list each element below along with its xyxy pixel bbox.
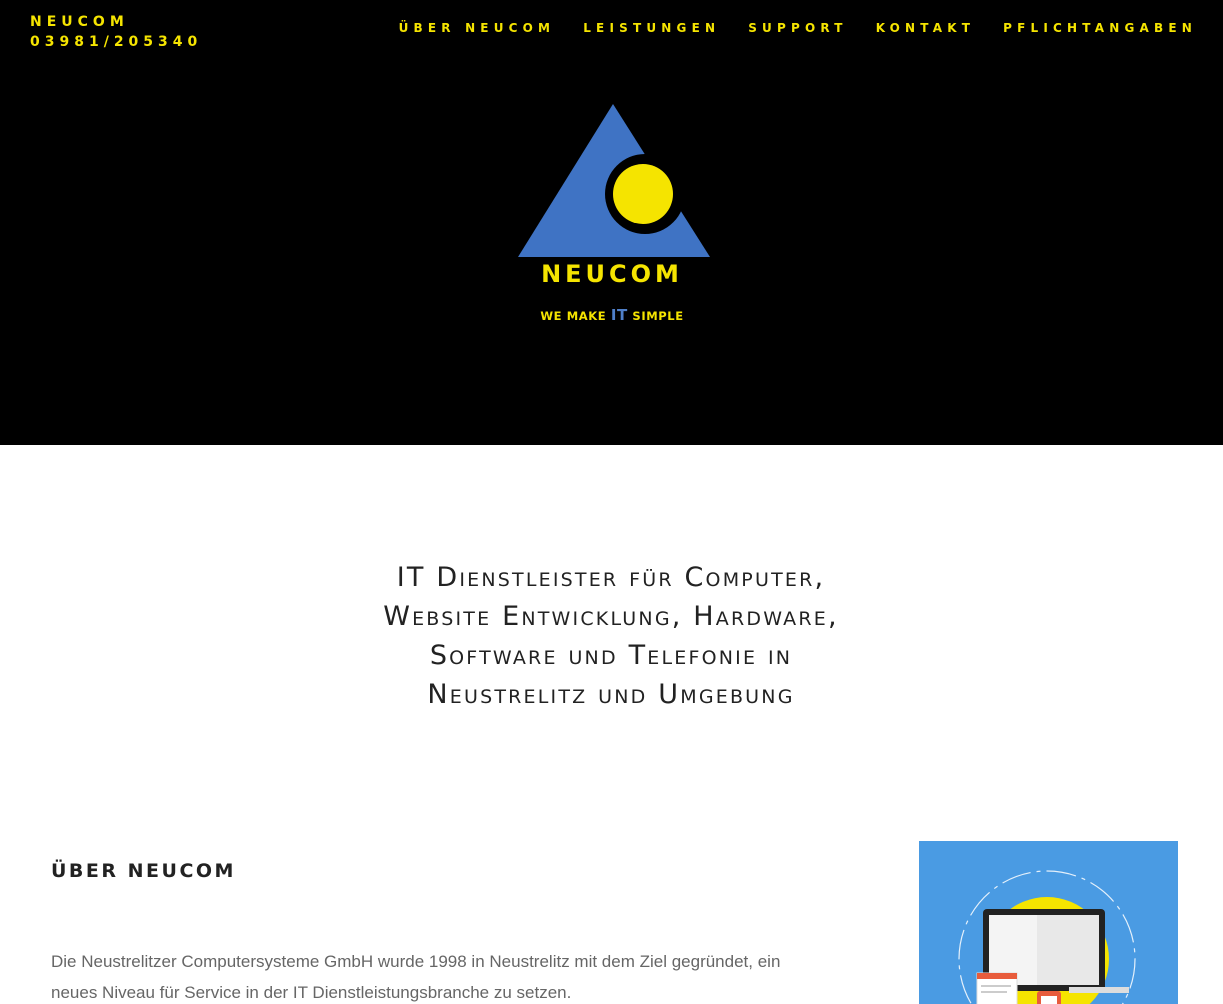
- neucom-logo: NEUCOM WE MAKE IT SIMPLE: [512, 100, 712, 325]
- logo-triangle-icon: [518, 104, 710, 257]
- devices-icon: [958, 870, 1136, 1004]
- tagline-pre: WE MAKE: [540, 309, 611, 323]
- nav-item-leistungen[interactable]: LEISTUNGEN: [583, 21, 720, 35]
- nav-item-pflichtangaben[interactable]: PFLICHTANGABEN: [1003, 21, 1197, 35]
- nav-item-kontakt[interactable]: KONTAKT: [876, 21, 975, 35]
- computer-illustration: [919, 841, 1178, 1004]
- headline-line: Neustrelitz und Umgebung: [427, 679, 795, 710]
- tagline-it: IT: [610, 306, 628, 324]
- headline-line: Software und Telefonie in: [429, 640, 793, 671]
- brand-name: NEUCOM: [30, 14, 129, 30]
- main-nav: ÜBER NEUCOM LEISTUNGEN SUPPORT KONTAKT P…: [371, 21, 1197, 35]
- brand-block[interactable]: NEUCOM 03981/205340: [30, 12, 202, 52]
- headline-line: IT Dienstleister für Computer,: [396, 562, 826, 593]
- logo-wordmark: NEUCOM: [541, 260, 683, 288]
- tagline-post: SIMPLE: [627, 309, 684, 323]
- about-title: ÜBER NEUCOM: [51, 860, 236, 882]
- nav-item-ueber-neucom[interactable]: ÜBER NEUCOM: [399, 21, 556, 35]
- page-headline: IT Dienstleister für Computer, Website E…: [211, 558, 1011, 714]
- logo-tagline: WE MAKE IT SIMPLE: [512, 306, 712, 324]
- nav-item-support[interactable]: SUPPORT: [748, 21, 847, 35]
- brand-phone[interactable]: 03981/205340: [30, 32, 202, 52]
- about-text: Die Neustrelitzer Computersysteme GmbH w…: [51, 952, 781, 1002]
- hero-section: NEUCOM 03981/205340 ÜBER NEUCOM LEISTUNG…: [0, 0, 1223, 445]
- headline-line: Website Entwicklung, Hardware,: [383, 601, 839, 632]
